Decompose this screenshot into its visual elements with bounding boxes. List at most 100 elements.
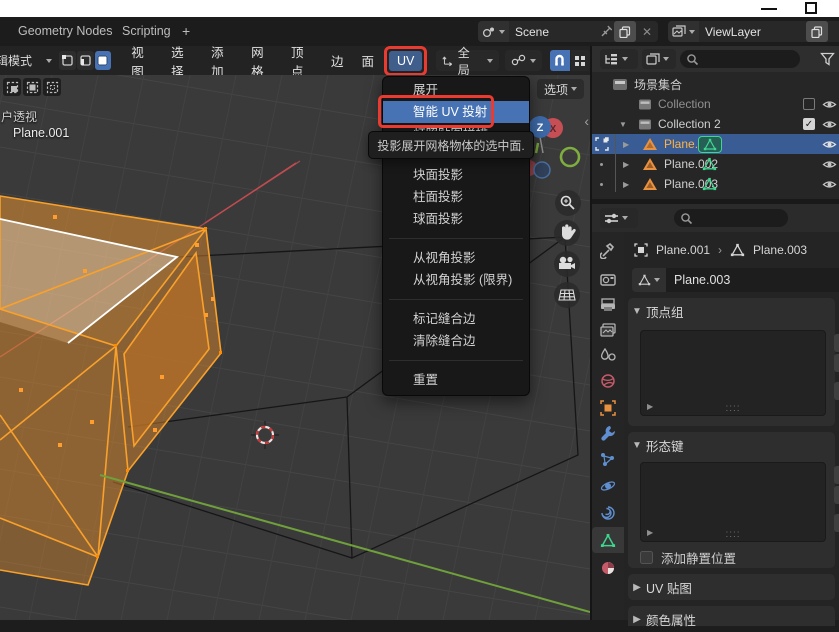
tab-geometry-nodes[interactable]: Geometry Nodes xyxy=(18,17,112,46)
tab-output[interactable] xyxy=(592,292,624,318)
window-maximize-button[interactable] xyxy=(805,2,817,14)
vertex-groups-header[interactable]: ▼ 顶点组 xyxy=(628,298,835,324)
viewlayer-browse-button[interactable] xyxy=(668,21,699,42)
snap-target-dropdown[interactable] xyxy=(505,50,542,71)
scene-name[interactable]: Scene xyxy=(509,25,600,39)
zoom-button[interactable] xyxy=(555,190,581,216)
shape-key-remove-button[interactable] xyxy=(834,486,839,504)
tab-constraints[interactable] xyxy=(592,500,624,526)
menu-item-cube-projection[interactable]: 块面投影 xyxy=(383,164,529,186)
vertex-group-remove-button[interactable] xyxy=(834,354,839,372)
menu-item-sphere-projection[interactable]: 球面投影 xyxy=(383,208,529,230)
outliner-row-plane001[interactable]: ▶ Plane.001 xyxy=(592,134,839,154)
tab-modifiers[interactable] xyxy=(592,420,624,446)
unlink-scene-button[interactable]: ✕ xyxy=(636,25,658,39)
snap-toggle-button[interactable] xyxy=(550,50,569,71)
vertex-select-button[interactable] xyxy=(59,51,76,70)
mesh-name-field[interactable]: Plane.003 xyxy=(666,268,839,292)
shape-key-add-button[interactable] xyxy=(834,466,839,484)
menu-mesh[interactable]: 网格 xyxy=(242,42,282,80)
panel-uv-maps[interactable]: ▶ UV 贴图 xyxy=(628,574,835,600)
breadcrumb-data[interactable]: Plane.003 xyxy=(753,243,807,257)
sidebar-collapse-arrow[interactable]: ‹ xyxy=(584,113,589,129)
vertex-group-specials-button[interactable] xyxy=(834,382,839,400)
expand-triangle-icon[interactable]: ▶ xyxy=(623,140,629,149)
menu-select[interactable]: 选择 xyxy=(162,42,202,80)
menu-item-reset[interactable]: 重置 xyxy=(383,369,529,391)
tab-object[interactable] xyxy=(592,395,624,421)
edge-select-button[interactable] xyxy=(77,51,94,70)
pin-icon[interactable] xyxy=(600,25,613,38)
new-scene-button[interactable] xyxy=(614,21,636,42)
hide-eye-icon[interactable] xyxy=(822,119,837,130)
menu-item-project-from-view[interactable]: 从视角投影 xyxy=(383,247,529,269)
select-new-button[interactable] xyxy=(3,78,21,96)
editor-type-properties-dropdown[interactable] xyxy=(600,208,638,228)
object-breadcrumb-icon[interactable] xyxy=(634,243,648,257)
proportional-editing-button[interactable] xyxy=(571,50,590,71)
properties-search-input[interactable] xyxy=(674,209,788,227)
filter-icon[interactable] xyxy=(820,52,835,66)
tab-scene[interactable] xyxy=(592,342,624,368)
new-viewlayer-button[interactable] xyxy=(806,21,828,42)
viewlayer-selector[interactable]: ViewLayer xyxy=(668,21,839,42)
vertex-groups-list[interactable]: ▶ :::: xyxy=(640,330,826,416)
outliner-row-scene-collection[interactable]: 场景集合 xyxy=(592,74,839,94)
face-select-button[interactable] xyxy=(95,51,112,70)
tab-tool[interactable] xyxy=(592,238,624,264)
menu-item-cylinder-projection[interactable]: 柱面投影 xyxy=(383,186,529,208)
outliner-display-mode-dropdown[interactable] xyxy=(642,49,676,69)
tab-material[interactable] xyxy=(592,555,624,581)
window-minimize-button[interactable] xyxy=(761,8,777,10)
menu-face[interactable]: 面 xyxy=(353,51,384,70)
expand-triangle-icon[interactable]: ▶ xyxy=(623,180,629,189)
tab-render[interactable] xyxy=(592,267,624,293)
tab-world[interactable] xyxy=(592,368,624,394)
outliner-row-collection2[interactable]: ▼ Collection 2 ✓ xyxy=(592,114,839,134)
hide-eye-icon[interactable] xyxy=(822,139,837,150)
breadcrumb-object[interactable]: Plane.001 xyxy=(656,243,710,257)
resize-grip[interactable]: :::: xyxy=(725,403,740,414)
outliner-search-input[interactable] xyxy=(680,50,800,68)
expand-triangle-icon[interactable]: ▶ xyxy=(647,402,653,411)
mesh-breadcrumb-icon[interactable] xyxy=(730,243,745,257)
outliner-row-plane003[interactable]: ▶ Plane.003 xyxy=(592,174,839,194)
edit-mesh-plane001[interactable] xyxy=(0,196,222,585)
hide-eye-icon[interactable] xyxy=(822,159,837,170)
outliner-row-plane002[interactable]: ▶ Plane.002 xyxy=(592,154,839,174)
hide-eye-icon[interactable] xyxy=(822,99,837,110)
viewport-options-dropdown[interactable]: 选项 xyxy=(537,79,584,99)
menu-edge[interactable]: 边 xyxy=(322,51,353,70)
expand-triangle-icon[interactable]: ▶ xyxy=(623,160,629,169)
viewport-3d[interactable]: X Z 户透视 Plane.001 xyxy=(0,75,590,620)
menu-uv[interactable]: UV xyxy=(389,51,422,71)
tab-particles[interactable] xyxy=(592,447,624,473)
menu-add[interactable]: 添加 xyxy=(202,42,242,80)
resize-grip[interactable]: :::: xyxy=(725,529,740,540)
rest-position-checkbox[interactable] xyxy=(640,551,653,564)
expand-triangle-icon[interactable]: ▶ xyxy=(647,528,653,537)
transform-orientation-dropdown[interactable]: 全局 xyxy=(436,50,499,71)
mode-select-dropdown[interactable]: 辑模式 xyxy=(0,52,59,69)
panel-color-attributes[interactable]: ▶ 颜色属性 xyxy=(628,606,835,626)
collection2-exclude-checkbox[interactable]: ✓ xyxy=(803,118,815,130)
menu-item-project-from-view-bounds[interactable]: 从视角投影 (限界) xyxy=(383,269,529,291)
orthographic-toggle-button[interactable] xyxy=(554,282,580,308)
viewlayer-name[interactable]: ViewLayer xyxy=(699,25,804,39)
scene-selector[interactable]: Scene ✕ xyxy=(478,21,658,42)
menu-vertex[interactable]: 顶点 xyxy=(282,42,322,80)
tab-object-data[interactable] xyxy=(592,527,624,553)
select-extend-button[interactable] xyxy=(23,78,41,96)
collapse-triangle-icon[interactable]: ▼ xyxy=(619,120,627,129)
menu-item-mark-seam[interactable]: 标记缝合边 xyxy=(383,308,529,330)
gizmo-y[interactable] xyxy=(561,148,579,166)
vertex-group-add-button[interactable] xyxy=(834,334,839,352)
hide-eye-icon[interactable] xyxy=(822,179,837,190)
gizmo-minus-z[interactable] xyxy=(534,162,550,178)
tab-physics[interactable] xyxy=(592,473,624,499)
menu-item-clear-seam[interactable]: 清除缝合边 xyxy=(383,330,529,352)
editor-type-outliner-dropdown[interactable] xyxy=(600,49,638,69)
scene-browse-button[interactable] xyxy=(478,21,509,42)
shape-key-specials-button[interactable] xyxy=(834,514,839,532)
select-subtract-button[interactable] xyxy=(43,78,61,96)
